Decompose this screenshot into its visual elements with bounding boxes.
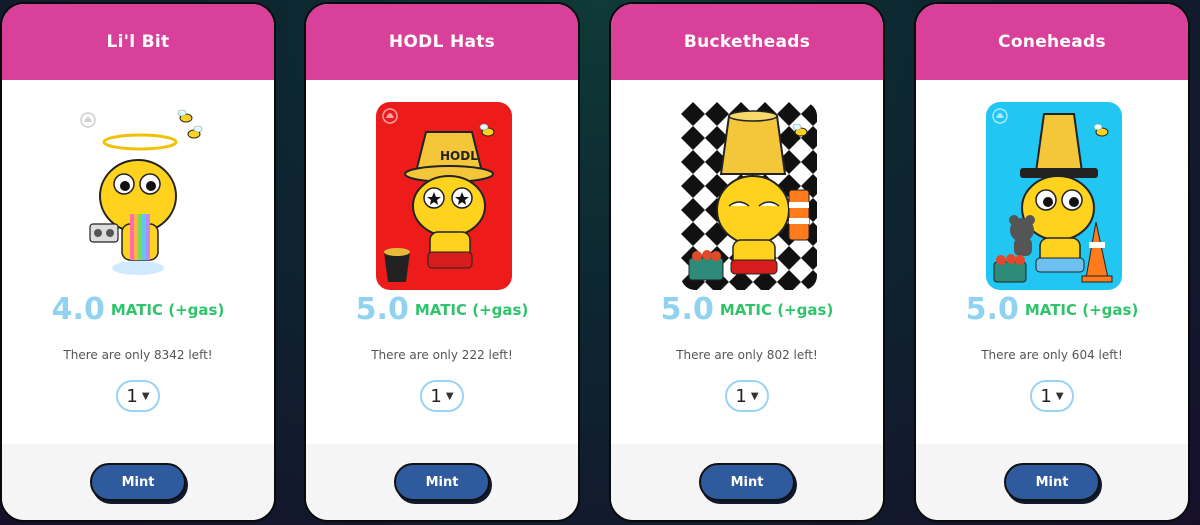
price-unit: MATIC (+gas)	[1024, 300, 1139, 319]
remaining-count: There are only 802 left!	[676, 348, 818, 362]
nft-artwork: HODL	[376, 102, 512, 290]
bucket-icon	[384, 248, 410, 282]
quantity-value: 1	[126, 385, 138, 407]
quantity-value: 1	[430, 385, 442, 407]
chevron-down-icon: ▼	[141, 390, 150, 402]
price-value: 5.0	[355, 292, 409, 327]
remaining-count: There are only 604 left!	[981, 348, 1123, 362]
card-title: Coneheads	[916, 4, 1188, 80]
price-unit: MATIC (+gas)	[719, 300, 834, 319]
quantity-value: 1	[735, 385, 747, 407]
quantity-select[interactable]: 1 ▼	[725, 380, 769, 412]
remaining-count: There are only 8342 left!	[63, 348, 213, 362]
chevron-down-icon: ▼	[1055, 390, 1064, 402]
chevron-down-icon: ▼	[445, 390, 454, 402]
price: 5.0 MATIC (+gas)	[611, 292, 883, 327]
price-value: 5.0	[660, 292, 714, 327]
quantity-select[interactable]: 1 ▼	[420, 380, 464, 412]
price-unit: MATIC (+gas)	[414, 300, 529, 319]
nft-artwork	[72, 102, 208, 290]
nft-artwork	[681, 102, 817, 290]
boombox-icon	[89, 223, 119, 243]
price: 4.0 MATIC (+gas)	[2, 292, 274, 327]
card-footer: Mint	[611, 444, 883, 520]
chevron-down-icon: ▼	[750, 390, 759, 402]
card-footer: Mint	[916, 444, 1188, 520]
mint-button[interactable]: Mint	[1004, 463, 1100, 501]
price-value: 5.0	[965, 292, 1019, 327]
mint-button[interactable]: Mint	[394, 463, 490, 501]
card-footer: Mint	[2, 444, 274, 520]
remaining-count: There are only 222 left!	[371, 348, 513, 362]
price: 5.0 MATIC (+gas)	[916, 292, 1188, 327]
price: 5.0 MATIC (+gas)	[306, 292, 578, 327]
price-unit: MATIC (+gas)	[110, 300, 225, 319]
nft-card-bucketheads: Bucketheads 5.0 MATIC (+gas) There are on…	[609, 2, 885, 522]
quantity-select[interactable]: 1 ▼	[1030, 380, 1074, 412]
price-value: 4.0	[51, 292, 105, 327]
nft-card-hodl-hats: HODL Hats HODL 5.0 MATIC (+gas) There are…	[304, 2, 580, 522]
nft-artwork	[986, 102, 1122, 290]
mint-button[interactable]: Mint	[90, 463, 186, 501]
quantity-value: 1	[1040, 385, 1052, 407]
hat-text: HODL	[440, 149, 478, 163]
quantity-select[interactable]: 1 ▼	[116, 380, 160, 412]
card-footer: Mint	[306, 444, 578, 520]
basket-icon	[993, 254, 1027, 283]
traffic-barrel-icon	[788, 189, 810, 241]
mint-button[interactable]: Mint	[699, 463, 795, 501]
card-title: HODL Hats	[306, 4, 578, 80]
card-title: Bucketheads	[611, 4, 883, 80]
card-title: Li'l Bit	[2, 4, 274, 80]
nft-card-lil-bit: Li'l Bit 4.0 MATIC (+gas) There are only …	[0, 2, 276, 522]
basket-icon	[688, 250, 724, 281]
nft-card-coneheads: Coneheads 5.0 MATIC (+gas) There are only…	[914, 2, 1190, 522]
